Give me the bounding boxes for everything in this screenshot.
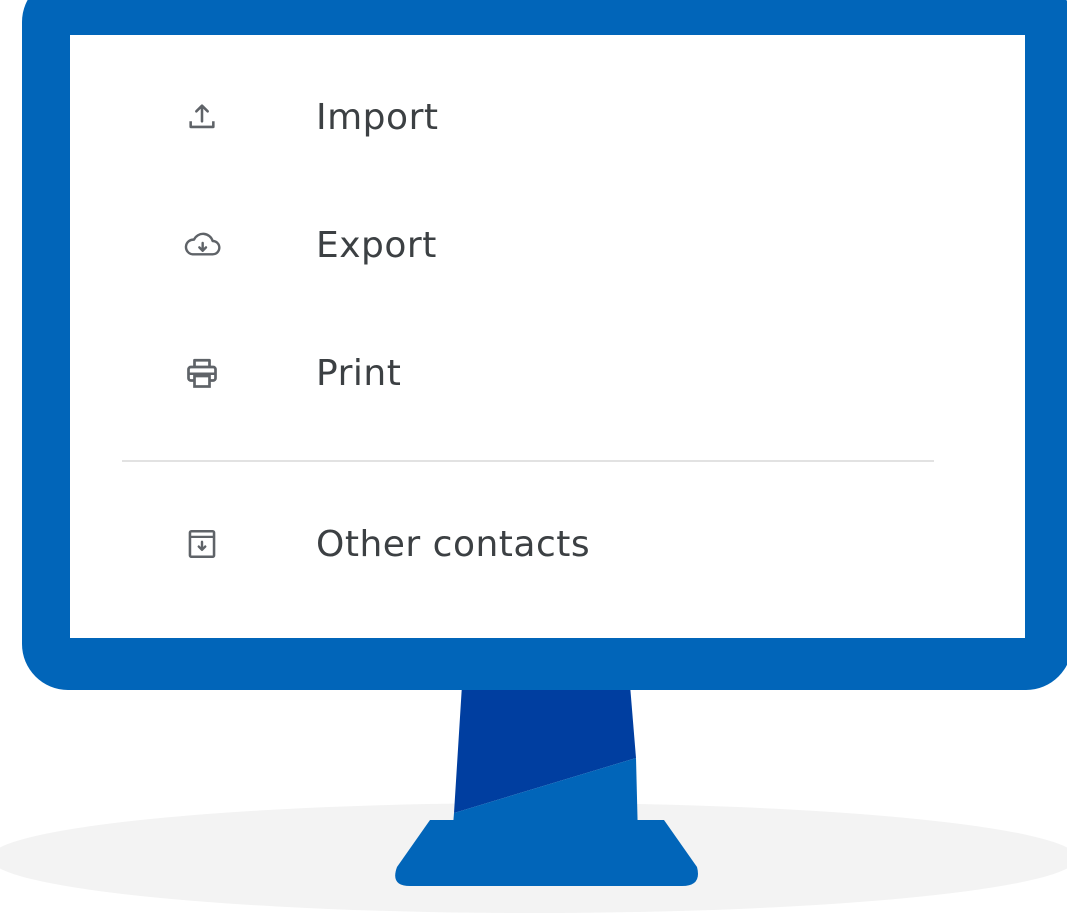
upload-icon	[182, 97, 222, 137]
contacts-menu: Import Export Print Other contacts	[70, 35, 1025, 638]
cloud-download-icon	[182, 225, 222, 265]
menu-item-import[interactable]: Import	[70, 77, 1025, 157]
menu-item-export[interactable]: Export	[70, 205, 1025, 285]
stand-base	[395, 820, 698, 886]
menu-item-label: Print	[316, 352, 402, 394]
menu-item-label: Export	[316, 224, 437, 266]
archive-download-icon	[182, 524, 222, 564]
menu-item-other-contacts[interactable]: Other contacts	[70, 504, 1025, 584]
menu-divider	[122, 460, 934, 462]
menu-item-print[interactable]: Print	[70, 333, 1025, 413]
printer-icon	[182, 353, 222, 393]
menu-item-label: Other contacts	[316, 523, 591, 565]
illustration-stage: Import Export Print Other contacts	[0, 0, 1067, 919]
menu-item-label: Import	[316, 96, 439, 138]
